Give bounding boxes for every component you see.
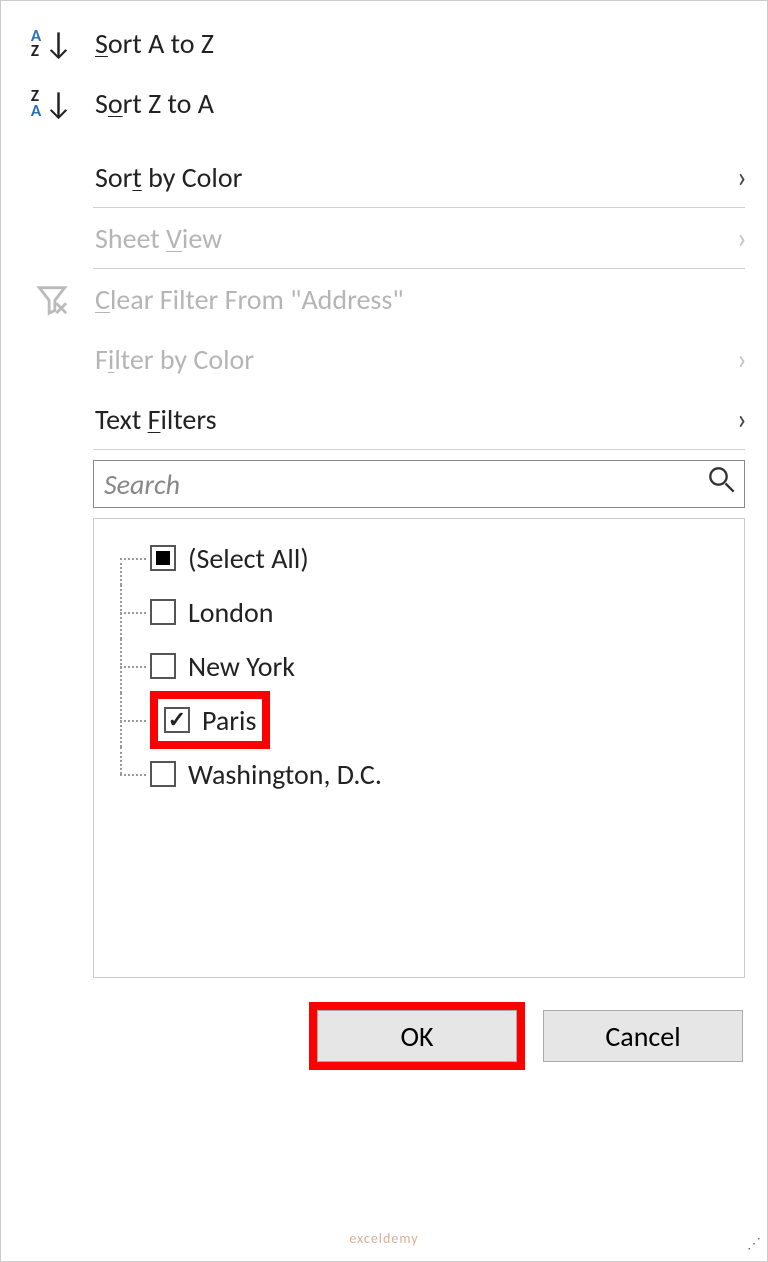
clear-filter: Clear Filter From "Address" [1, 269, 767, 329]
checkbox-checked[interactable] [164, 707, 190, 733]
highlight-annotation: Paris [150, 691, 270, 749]
cancel-button[interactable]: Cancel [543, 1010, 743, 1062]
clear-filter-icon [23, 282, 81, 316]
chevron-right-icon: › [707, 159, 747, 196]
text-filters-label: Text Filters [95, 402, 217, 437]
filter-item-select-all[interactable]: (Select All) [112, 531, 744, 585]
filter-item-london[interactable]: London [112, 585, 744, 639]
chevron-right-icon: › [707, 220, 747, 257]
filter-item-washington[interactable]: Washington, D.C. [112, 747, 744, 801]
sort-by-color-label: Sort by Color [95, 160, 242, 195]
watermark: exceldemy [349, 1230, 418, 1247]
sort-az-label: Sort A to Z [95, 26, 214, 61]
text-filters[interactable]: Text Filters › [1, 389, 767, 449]
filter-item-label: (Select All) [186, 541, 309, 576]
sort-a-to-z[interactable]: AZ ↓ Sort A to Z [1, 13, 767, 73]
checkbox-unchecked[interactable] [150, 761, 176, 787]
filter-by-color-label: Filter by Color [95, 342, 254, 377]
checkbox-unchecked[interactable] [150, 599, 176, 625]
sort-az-icon: AZ ↓ [23, 26, 81, 60]
search-input[interactable] [94, 461, 700, 507]
checkbox-indeterminate[interactable] [150, 545, 176, 571]
filter-item-label: London [186, 595, 273, 630]
sort-z-to-a[interactable]: ZA ↓ Sort Z to A [1, 73, 767, 133]
sort-za-label: Sort Z to A [95, 86, 214, 121]
filter-by-color: Filter by Color › [1, 329, 767, 389]
sort-za-icon: ZA ↓ [23, 86, 81, 120]
checkbox-unchecked[interactable] [150, 653, 176, 679]
filter-item-label: Paris [200, 703, 256, 738]
resize-grip[interactable]: ⋰ [741, 1235, 761, 1255]
clear-filter-label: Clear Filter From "Address" [95, 282, 404, 317]
filter-item-newyork[interactable]: New York [112, 639, 744, 693]
filter-values-list[interactable]: (Select All) London New York Paris Washi… [93, 518, 745, 978]
ok-button[interactable]: OK [317, 1010, 517, 1062]
filter-item-paris[interactable]: Paris [112, 693, 744, 747]
sort-by-color[interactable]: Sort by Color › [1, 147, 767, 207]
sheet-view: Sheet View › [1, 208, 767, 268]
chevron-right-icon: › [707, 341, 747, 378]
chevron-right-icon: › [707, 401, 747, 438]
search-box[interactable] [93, 460, 745, 508]
search-icon [700, 466, 744, 502]
filter-item-label: New York [186, 649, 295, 684]
filter-item-label: Washington, D.C. [186, 757, 382, 792]
sheet-view-label: Sheet View [95, 221, 222, 256]
